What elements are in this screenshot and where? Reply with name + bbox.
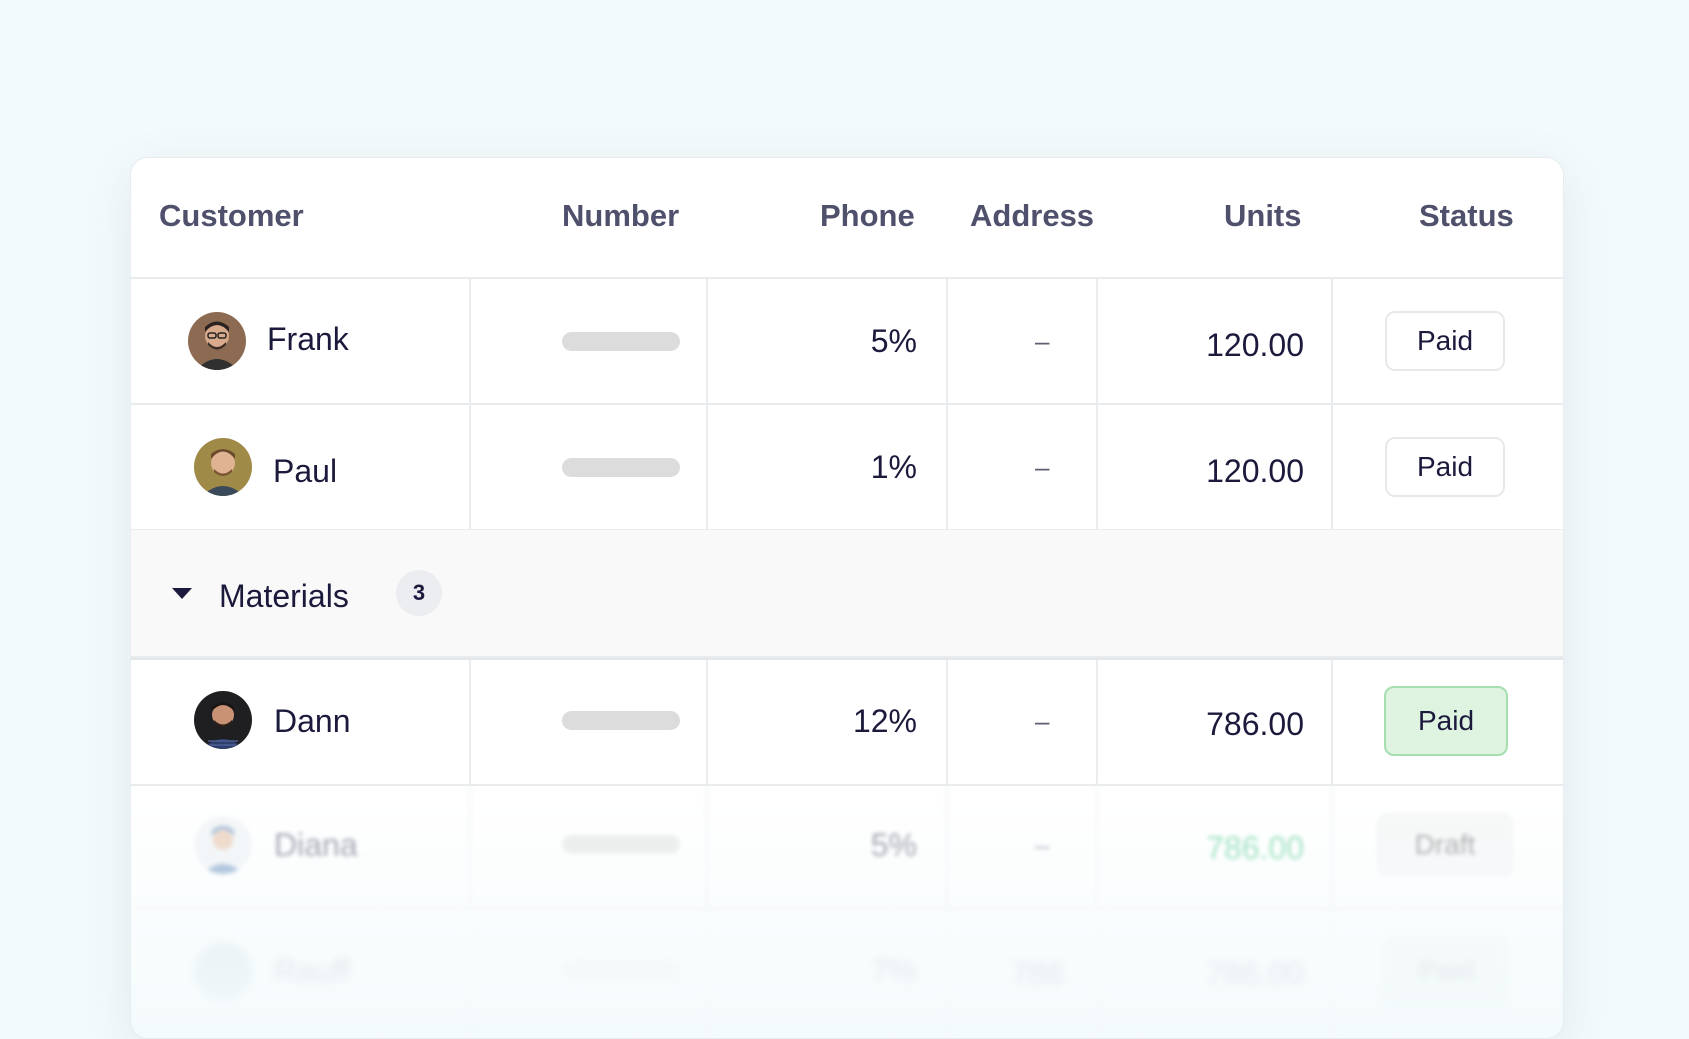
table-row[interactable]: Paul 1% – 120.00 Paid bbox=[131, 405, 1563, 531]
cell-divider bbox=[469, 405, 471, 529]
status-badge-paid[interactable]: Paid bbox=[1384, 936, 1508, 1006]
column-header-customer[interactable]: Customer bbox=[159, 198, 304, 234]
cell-divider bbox=[1331, 279, 1333, 403]
number-placeholder-bar bbox=[562, 961, 680, 980]
table-header: Customer Number Phone Address Units Stat… bbox=[131, 158, 1563, 279]
avatar bbox=[194, 942, 252, 1000]
cell-divider bbox=[1331, 660, 1333, 784]
phone-percent: 12% bbox=[852, 703, 917, 739]
cell-divider bbox=[1096, 405, 1098, 529]
customer-name: Frank bbox=[267, 321, 349, 357]
cell-divider bbox=[469, 660, 471, 784]
group-count-badge: 3 bbox=[396, 570, 442, 616]
cell-divider bbox=[946, 910, 948, 1034]
table-row-selected[interactable]: Dann 12% – 786.00 Paid bbox=[131, 658, 1563, 786]
cell-divider bbox=[1331, 910, 1333, 1034]
phone-percent: 7% bbox=[870, 953, 917, 989]
customer-name: Diana bbox=[274, 827, 358, 863]
cell-divider bbox=[706, 910, 708, 1034]
column-header-address[interactable]: Address bbox=[970, 198, 1094, 234]
group-label: Materials bbox=[219, 578, 349, 614]
units-value: 120.00 bbox=[1206, 327, 1304, 363]
customer-name: Paul bbox=[273, 453, 338, 489]
column-header-number[interactable]: Number bbox=[562, 198, 679, 234]
address-value: – bbox=[1035, 452, 1050, 482]
cell-divider bbox=[1331, 784, 1333, 908]
units-value: 120.00 bbox=[1206, 453, 1304, 489]
units-value: 786.00 bbox=[1206, 830, 1304, 866]
table-row[interactable]: Frank 5% – 120.00 Paid bbox=[131, 279, 1563, 405]
address-value: – bbox=[1035, 326, 1050, 356]
status-badge[interactable]: Paid bbox=[1385, 311, 1505, 371]
cell-divider bbox=[706, 784, 708, 908]
units-value: 786.00 bbox=[1206, 956, 1304, 992]
cell-divider bbox=[706, 279, 708, 403]
address-value: – bbox=[1035, 830, 1050, 860]
cell-divider bbox=[1096, 660, 1098, 784]
cell-divider bbox=[946, 660, 948, 784]
data-table-card: Customer Number Phone Address Units Stat… bbox=[130, 157, 1564, 1039]
number-placeholder-bar bbox=[562, 835, 680, 854]
cell-divider bbox=[946, 784, 948, 908]
avatar bbox=[194, 691, 252, 749]
cell-divider bbox=[706, 405, 708, 529]
status-badge-draft[interactable]: Draft bbox=[1377, 814, 1513, 876]
number-placeholder-bar bbox=[562, 711, 680, 730]
column-header-status[interactable]: Status bbox=[1419, 198, 1514, 234]
avatar bbox=[188, 312, 246, 370]
address-value: – bbox=[1035, 706, 1050, 736]
table-row[interactable]: Diana 5% – 786.00 Draft bbox=[131, 784, 1563, 910]
address-value: 786 bbox=[1011, 956, 1065, 992]
status-badge[interactable]: Paid bbox=[1385, 437, 1505, 497]
cell-divider bbox=[706, 660, 708, 784]
customer-name: Rauff bbox=[274, 953, 350, 989]
cell-divider bbox=[1331, 405, 1333, 529]
cell-divider bbox=[1096, 784, 1098, 908]
phone-percent: 1% bbox=[870, 449, 917, 485]
group-header-materials[interactable]: Materials 3 bbox=[131, 530, 1563, 658]
status-badge-paid[interactable]: Paid bbox=[1384, 686, 1508, 756]
number-placeholder-bar bbox=[562, 332, 680, 351]
cell-divider bbox=[946, 405, 948, 529]
avatar bbox=[194, 816, 252, 874]
phone-percent: 5% bbox=[870, 323, 917, 359]
cell-divider bbox=[469, 784, 471, 908]
cell-divider bbox=[1096, 279, 1098, 403]
cell-divider bbox=[946, 279, 948, 403]
cell-divider bbox=[469, 910, 471, 1034]
avatar bbox=[194, 438, 252, 496]
cell-divider bbox=[1096, 910, 1098, 1034]
units-value: 786.00 bbox=[1206, 706, 1304, 742]
phone-percent: 5% bbox=[870, 827, 917, 863]
column-header-units[interactable]: Units bbox=[1224, 198, 1302, 234]
customer-name: Dann bbox=[274, 703, 351, 739]
cell-divider bbox=[469, 279, 471, 403]
column-header-phone[interactable]: Phone bbox=[820, 198, 915, 234]
caret-down-icon[interactable] bbox=[172, 588, 192, 599]
number-placeholder-bar bbox=[562, 458, 680, 477]
table-row[interactable]: Rauff 7% 786 786.00 Paid bbox=[131, 910, 1563, 1034]
